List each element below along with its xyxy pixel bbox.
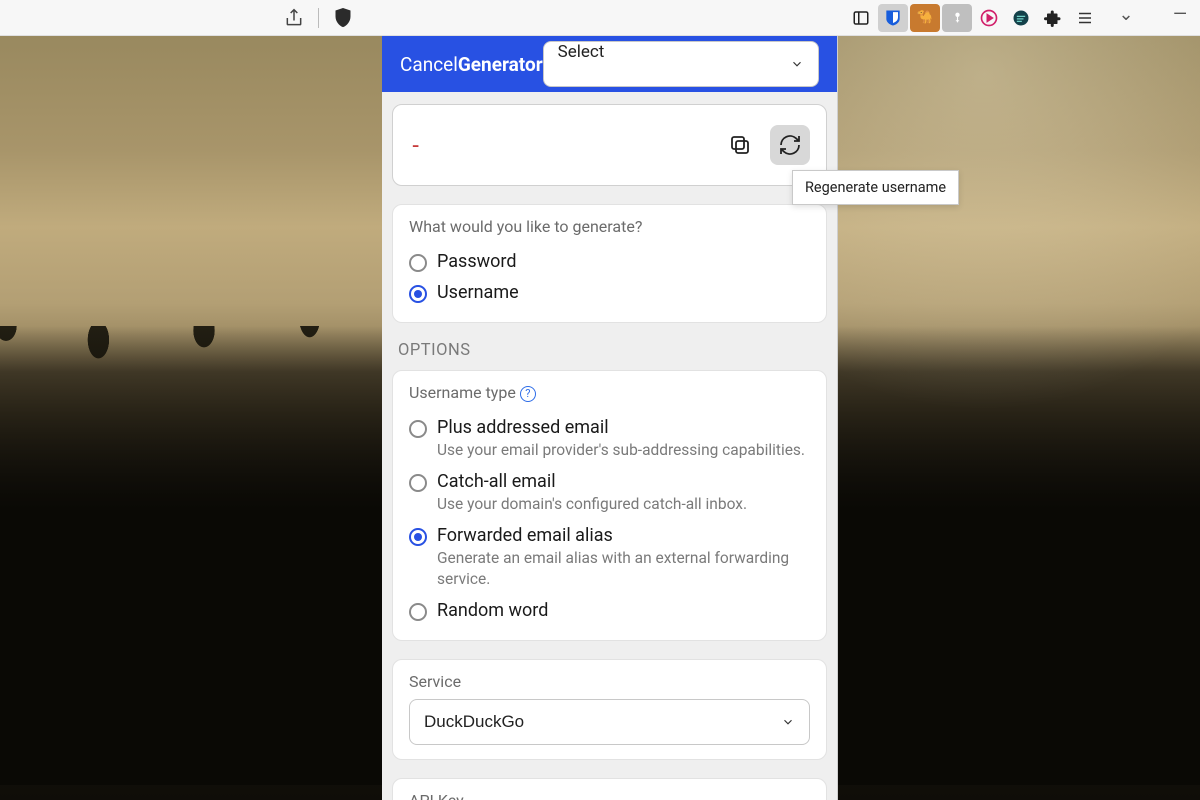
radio-catchall-desc: Use your domain's configured catch-all i… xyxy=(437,494,747,515)
bitwarden-extension-icon[interactable] xyxy=(878,4,908,32)
api-key-label: API Key xyxy=(409,791,810,800)
help-icon[interactable]: ? xyxy=(520,386,536,402)
window-controls: ⌄ — xyxy=(1114,4,1192,25)
select-button[interactable]: Select xyxy=(543,41,819,87)
generated-value: - xyxy=(409,133,422,158)
extensions-tray: 🐪 xyxy=(846,4,1100,32)
cancel-button[interactable]: Cancel xyxy=(400,53,458,76)
radio-plus-label: Plus addressed email xyxy=(437,417,805,438)
radio-random-word[interactable]: Random word xyxy=(409,595,810,626)
radio-password-label: Password xyxy=(437,251,517,272)
extensions-puzzle-icon[interactable] xyxy=(1038,4,1068,32)
service-card: Service DuckDuckGo xyxy=(392,659,827,760)
toolbar-left xyxy=(280,4,357,32)
generate-type-card: What would you like to generate? Passwor… xyxy=(392,204,827,323)
regenerate-button[interactable] xyxy=(770,125,810,165)
username-type-label: Username type? xyxy=(409,383,810,402)
radio-catchall[interactable]: Catch-all email Use your domain's config… xyxy=(409,466,810,520)
extension-disc-icon[interactable] xyxy=(1006,4,1036,32)
options-heading: OPTIONS xyxy=(398,341,821,360)
share-icon[interactable] xyxy=(280,4,308,32)
service-label: Service xyxy=(409,672,810,691)
brave-shield-icon[interactable] xyxy=(329,4,357,32)
api-key-card: API Key xyxy=(392,778,827,800)
radio-catchall-label: Catch-all email xyxy=(437,471,747,492)
popup-title: Generator xyxy=(458,53,543,76)
radio-password[interactable]: Password xyxy=(409,246,810,277)
generated-output-box: - xyxy=(392,104,827,186)
radio-random-label: Random word xyxy=(437,600,548,621)
popup-header: Cancel Generator Select xyxy=(382,36,837,92)
radio-username-indicator xyxy=(409,285,427,303)
radio-random-indicator xyxy=(409,603,427,621)
username-type-card: Username type? Plus addressed email Use … xyxy=(392,370,827,641)
regenerate-tooltip: Regenerate username xyxy=(792,170,959,205)
radio-username[interactable]: Username xyxy=(409,277,810,308)
radio-plus-addressed[interactable]: Plus addressed email Use your email prov… xyxy=(409,412,810,466)
radio-forwarded-label: Forwarded email alias xyxy=(437,525,810,546)
copy-button[interactable] xyxy=(720,125,760,165)
radio-password-indicator xyxy=(409,254,427,272)
radio-forwarded[interactable]: Forwarded email alias Generate an email … xyxy=(409,520,810,595)
generator-popup: Cancel Generator Select - What would you… xyxy=(382,36,838,800)
sidepanel-icon[interactable] xyxy=(846,4,876,32)
window-minimize-button[interactable]: — xyxy=(1168,4,1192,25)
toolbar-divider xyxy=(318,8,319,28)
radio-catchall-indicator xyxy=(409,474,427,492)
radio-username-label: Username xyxy=(437,282,519,303)
browser-toolbar: 🐪 ⌄ — xyxy=(0,0,1200,36)
app-menu-icon[interactable] xyxy=(1070,4,1100,32)
generate-type-question: What would you like to generate? xyxy=(409,217,810,236)
generated-actions xyxy=(720,125,810,165)
service-select[interactable]: DuckDuckGo xyxy=(409,699,810,745)
extension-circle-play-icon[interactable] xyxy=(974,4,1004,32)
radio-plus-desc: Use your email provider's sub-addressing… xyxy=(437,440,805,461)
popup-body[interactable]: - What would you like to generate? Passw… xyxy=(382,92,837,800)
window-expand-button[interactable]: ⌄ xyxy=(1114,4,1138,25)
radio-forwarded-desc: Generate an email alias with an external… xyxy=(437,548,810,590)
extension-key-icon[interactable] xyxy=(942,4,972,32)
radio-plus-indicator xyxy=(409,420,427,438)
radio-forwarded-indicator xyxy=(409,528,427,546)
extension-camel-icon[interactable]: 🐪 xyxy=(910,4,940,32)
